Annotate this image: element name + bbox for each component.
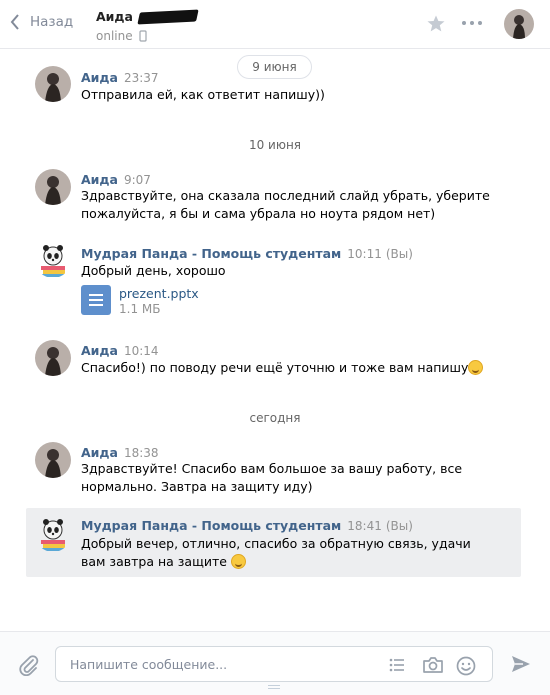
message-input[interactable]: Напишите сообщение... (55, 646, 493, 682)
message-author[interactable]: Мудрая Панда - Помощь студентам (81, 518, 341, 533)
peer-name: Аида (96, 9, 133, 24)
chat-header: Назад Аида online (0, 0, 550, 49)
panda-avatar[interactable] (35, 516, 71, 552)
document-icon[interactable] (81, 285, 111, 315)
avatar[interactable] (35, 340, 71, 376)
message-text-content: Спасибо!) по поводу речи ещё уточню и то… (81, 360, 469, 375)
message-time: 10:14 (123, 344, 159, 358)
emoji-smile-icon[interactable] (456, 656, 476, 676)
you-label: (Вы) (385, 247, 413, 261)
peer-info[interactable]: Аида online (96, 8, 199, 43)
camera-icon[interactable] (422, 656, 444, 674)
file-size: 1.1 МБ (119, 302, 161, 316)
back-label: Назад (30, 14, 74, 30)
blush-emoji-icon (230, 554, 246, 569)
date-separator: сегодня (249, 411, 301, 425)
message-time: 9:07 (123, 173, 151, 187)
message-text: Добрый день, хорошо (81, 263, 226, 278)
smile-emoji-icon (468, 360, 484, 375)
message-author[interactable]: Мудрая Панда - Помощь студентам (81, 246, 341, 261)
date-separator: 10 июня (248, 138, 302, 152)
message-text: Здравствуйте! Спасибо вам большое за ваш… (81, 461, 463, 494)
message-text-content: Добрый вечер, отлично, спасибо за обратн… (81, 536, 471, 569)
chevron-left-icon (10, 14, 19, 30)
resize-handle[interactable] (268, 685, 280, 691)
more-icon[interactable] (462, 21, 482, 25)
message-author[interactable]: Аида (81, 445, 118, 460)
message-time: 23:37 (123, 71, 159, 85)
message-time: 18:41 (347, 519, 382, 533)
message: Аида 18:38 Здравствуйте! Спасибо вам бол… (0, 440, 550, 500)
message: Аида 9:07 Здравствуйте, она сказала посл… (0, 167, 550, 227)
send-icon[interactable] (511, 655, 531, 673)
avatar[interactable] (35, 169, 71, 205)
mobile-icon (139, 30, 147, 42)
message-text: Здравствуйте, она сказала последний слай… (81, 188, 490, 221)
avatar[interactable] (35, 66, 71, 102)
message-author[interactable]: Аида (81, 343, 118, 358)
message: Аида 10:14 Спасибо!) по поводу речи ещё … (0, 340, 550, 380)
message-text: Отправила ей, как ответит напишу)) (81, 87, 325, 102)
message: Мудрая Панда - Помощь студентам 10:11 (В… (0, 240, 550, 320)
message-input-placeholder: Напишите сообщение... (70, 657, 228, 672)
back-button[interactable]: Назад (10, 14, 73, 30)
star-icon[interactable] (427, 15, 445, 32)
redaction-mark (137, 8, 199, 25)
avatar[interactable] (35, 442, 71, 478)
peer-status: online (96, 29, 133, 43)
message-text: Спасибо!) по поводу речи ещё уточню и то… (81, 359, 521, 377)
you-label: (Вы) (385, 519, 413, 533)
message: Аида 23:37 Отправила ей, как ответит нап… (0, 66, 550, 106)
message-text: Добрый вечер, отлично, спасибо за обратн… (81, 535, 491, 571)
message-author[interactable]: Аида (81, 70, 118, 85)
message-highlighted: Мудрая Панда - Помощь студентам 18:41 (В… (26, 508, 521, 577)
message-time: 18:38 (123, 446, 159, 460)
header-avatar[interactable] (504, 9, 534, 39)
panda-avatar[interactable] (35, 242, 71, 278)
message-time: 10:11 (347, 247, 382, 261)
file-name-link[interactable]: prezent.pptx (119, 286, 199, 301)
message-author[interactable]: Аида (81, 172, 118, 187)
paperclip-icon[interactable] (17, 654, 39, 676)
list-icon[interactable] (388, 656, 406, 674)
